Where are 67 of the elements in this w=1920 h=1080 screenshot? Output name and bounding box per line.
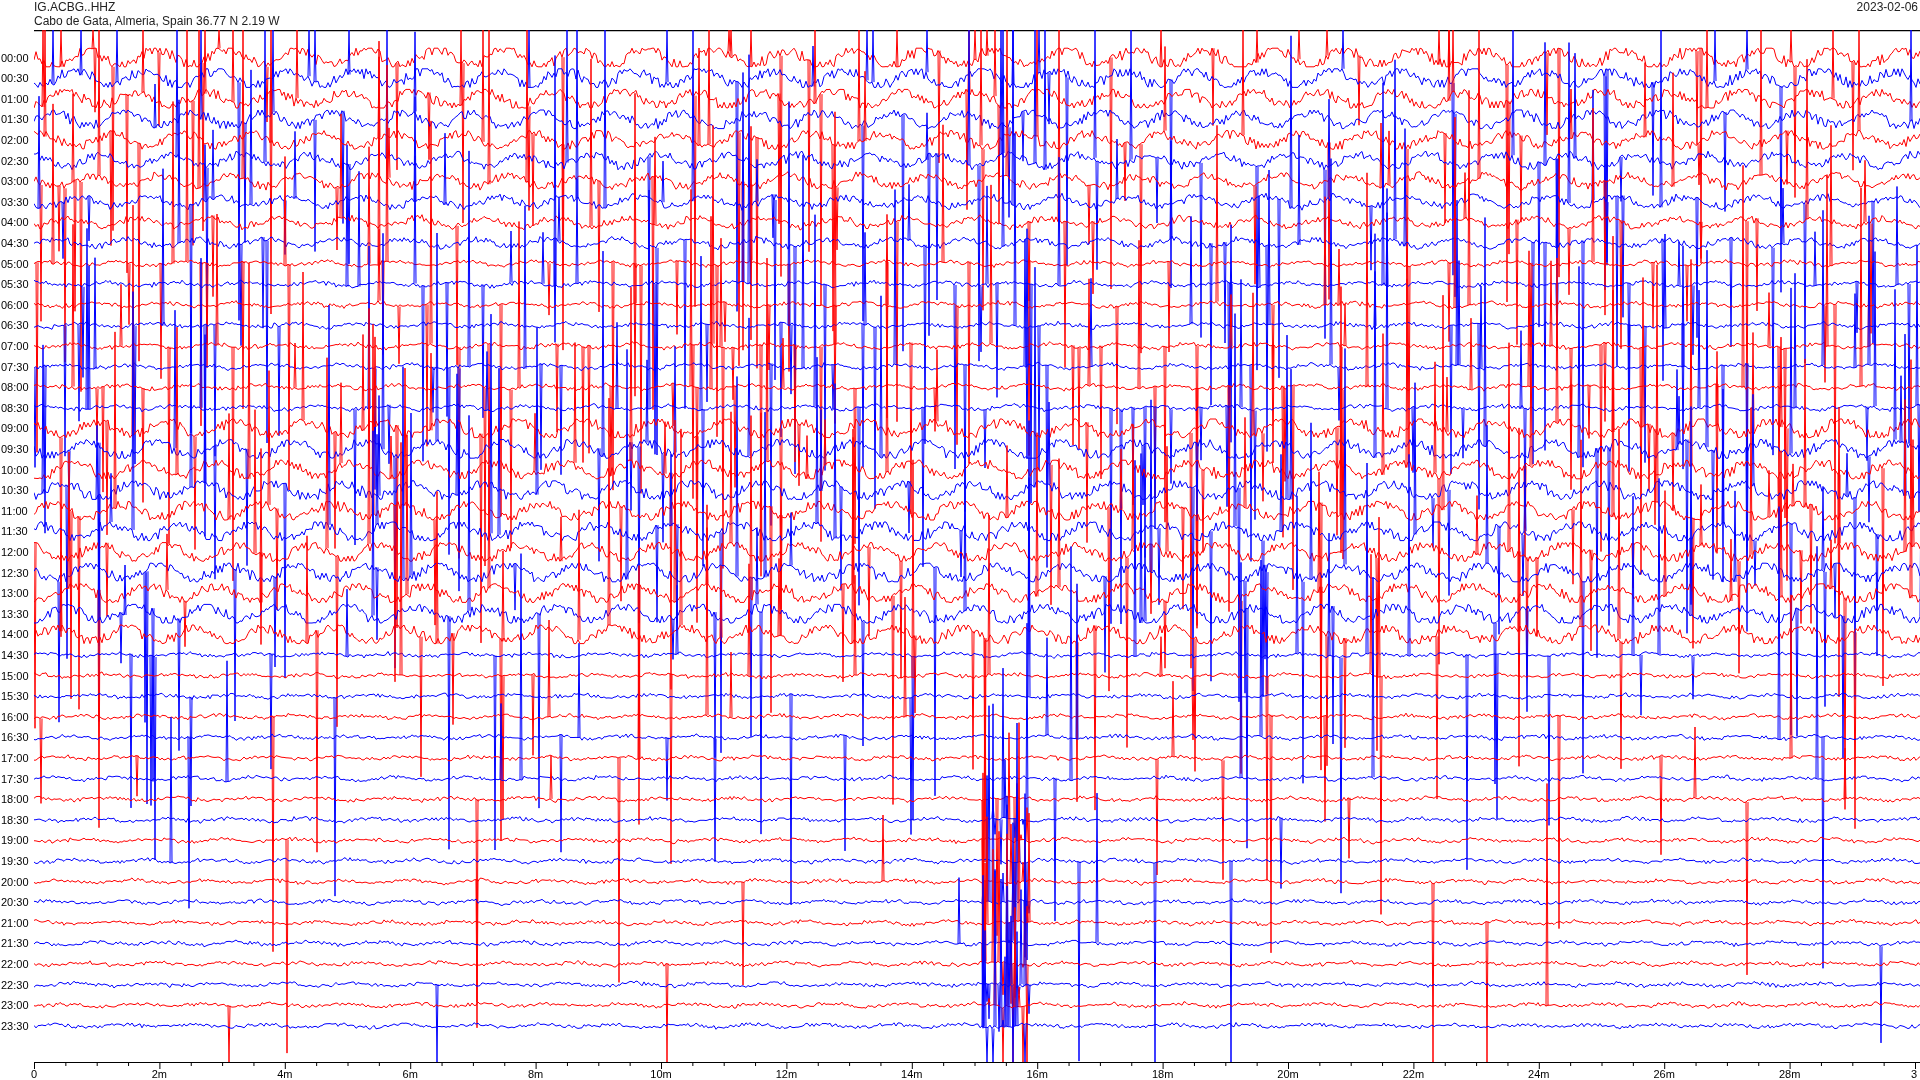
hour-label: 17:30 <box>1 772 29 785</box>
hour-label: 01:00 <box>1 92 29 105</box>
axis-tick-label: 4m <box>277 1068 293 1080</box>
hour-label: 09:00 <box>1 422 29 435</box>
hour-label: 07:30 <box>1 360 29 373</box>
station-code: IG.ACBG..HHZ <box>34 0 117 14</box>
hour-label: 13:30 <box>1 607 29 620</box>
hour-label: 22:30 <box>1 978 29 991</box>
hour-label: 23:00 <box>1 999 29 1012</box>
hour-label: 20:30 <box>1 896 29 909</box>
axis-tick-label: 10m <box>650 1068 672 1080</box>
hour-label: 00:30 <box>1 72 29 85</box>
hour-label: 14:30 <box>1 648 29 661</box>
hour-label: 16:30 <box>1 731 29 744</box>
hour-label: 11:30 <box>1 525 28 538</box>
hour-label: 03:00 <box>1 175 29 188</box>
hour-label: 10:00 <box>1 463 29 476</box>
axis-tick-label: 0 <box>30 1068 38 1080</box>
hour-label: 02:30 <box>1 154 29 167</box>
hour-label: 06:30 <box>1 319 29 332</box>
hour-label: 15:00 <box>1 669 29 682</box>
hour-label: 17:00 <box>1 751 29 764</box>
hour-label: 15:30 <box>1 690 29 703</box>
axis-tick-label: 18m <box>1151 1068 1174 1080</box>
axis-tick-label: 24m <box>1528 1068 1550 1080</box>
hour-label: 22:00 <box>1 957 29 970</box>
axis-tick-label: 8m <box>527 1068 544 1080</box>
hour-label: 02:00 <box>1 133 29 146</box>
axis-tick-label: 14m <box>901 1068 923 1080</box>
hour-label: 03:30 <box>1 195 29 208</box>
hour-label: 19:30 <box>1 854 29 867</box>
hour-label: 01:30 <box>1 113 29 126</box>
hour-label: 11:00 <box>1 504 28 517</box>
hour-label: 07:00 <box>1 339 29 352</box>
axis-tick-label: 6m <box>402 1068 418 1080</box>
axis-tick-label: 28m <box>1778 1068 1801 1080</box>
hour-label: 00:00 <box>1 51 29 64</box>
axis-tick-label: 2m <box>151 1068 168 1080</box>
hour-label: 12:00 <box>1 545 29 558</box>
hour-label: 08:00 <box>1 381 29 394</box>
hour-label: 18:00 <box>1 793 29 806</box>
hour-label: 13:00 <box>1 587 29 600</box>
hour-label: 14:00 <box>1 628 29 641</box>
axis-tick-label: 3 <box>1911 1068 1918 1080</box>
hour-label: 12:30 <box>1 566 29 579</box>
hour-label: 05:00 <box>1 257 29 270</box>
hour-label: 20:00 <box>1 875 29 888</box>
station-location: Cabo de Gata, Almeria, Spain 36.77 N 2.19 W <box>34 14 280 28</box>
hour-label: 06:00 <box>1 298 29 311</box>
hour-label: 19:00 <box>1 834 29 847</box>
hour-label: 21:00 <box>1 916 29 929</box>
hour-label: 04:30 <box>1 236 29 249</box>
axis-tick-label: 16m <box>1026 1068 1048 1080</box>
axis-tick-label: 20m <box>1277 1068 1299 1080</box>
hour-label: 16:00 <box>1 710 29 723</box>
hour-label: 21:30 <box>1 937 29 950</box>
axis-tick-label: 12m <box>775 1068 798 1080</box>
hour-label: 08:30 <box>1 401 29 414</box>
hour-label: 04:00 <box>1 216 29 229</box>
hour-label: 18:30 <box>1 813 29 826</box>
hour-label: 09:30 <box>1 442 29 455</box>
axis-tick-label: 26m <box>1653 1068 1675 1080</box>
hour-label: 23:30 <box>1 1019 29 1032</box>
hour-label: 10:30 <box>1 484 29 497</box>
axis-tick-label: 22m <box>1402 1068 1425 1080</box>
hour-label: 05:30 <box>1 278 29 291</box>
plot-date: 2023-02-06 <box>1856 0 1919 16</box>
